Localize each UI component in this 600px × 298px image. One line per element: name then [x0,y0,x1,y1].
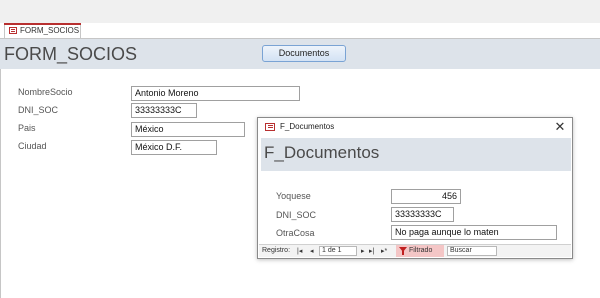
filter-icon-stem [402,251,404,255]
registro-label: Registro: [262,247,291,254]
last-record-button[interactable]: ▸| [369,247,374,255]
form-header: FORM_SOCIOS Documentos [0,39,600,69]
record-navigation-bar: Registro: |◂ ◂ 1 de 1 ▸ ▸| ▸* Filtrado B… [259,244,571,257]
popup-header: F_Documentos [261,138,571,171]
tab-form-socios[interactable]: FORM_SOCIOS [4,23,81,39]
filter-label: Filtrado [409,247,433,254]
ciudad-label: Ciudad [18,141,47,151]
ciudad-field[interactable]: México D.F. [131,140,217,155]
dni-soc-label: DNI_SOC [18,105,59,115]
first-record-button[interactable]: |◂ [297,247,302,255]
tab-label: FORM_SOCIOS [20,26,80,35]
nombresocio-field[interactable]: Antonio Moreno [131,86,300,101]
yoquese-label: Yoquese [276,191,311,201]
dni-soc-field[interactable]: 33333333C [131,103,197,118]
tab-active-indicator [4,23,81,25]
ribbon-area [0,0,600,23]
popup-titlebar[interactable]: F_Documentos ✕ [258,118,572,138]
popup-window-title: F_Documentos [280,122,335,131]
record-position-field[interactable]: 1 de 1 [319,246,357,256]
documentos-button[interactable]: Documentos [262,45,346,62]
yoquese-field[interactable]: 456 [391,189,461,204]
search-field[interactable]: Buscar [447,246,497,256]
previous-record-button[interactable]: ◂ [310,247,314,255]
dni-soc-field[interactable]: 33333333C [391,207,454,222]
form-icon [9,27,17,34]
new-record-button[interactable]: ▸* [381,247,387,255]
close-icon[interactable]: ✕ [553,119,567,135]
popup-form-title: F_Documentos [264,143,380,162]
form-title: FORM_SOCIOS [4,44,138,64]
dni-soc-label: DNI_SOC [276,210,317,220]
pais-field[interactable]: México [131,122,245,137]
nombresocio-label: NombreSocio [18,87,73,97]
record-selector-bar [0,69,1,298]
f-documentos-window: F_Documentos ✕ F_Documentos Yoquese 456 … [257,117,573,259]
otracosa-field[interactable]: No paga aunque lo maten [391,225,557,240]
next-record-button[interactable]: ▸ [361,247,365,255]
search-placeholder: Buscar [450,247,472,254]
pais-label: Pais [18,123,36,133]
otracosa-label: OtraCosa [276,228,315,238]
form-icon [265,123,275,131]
filter-toggle[interactable]: Filtrado [396,245,444,257]
